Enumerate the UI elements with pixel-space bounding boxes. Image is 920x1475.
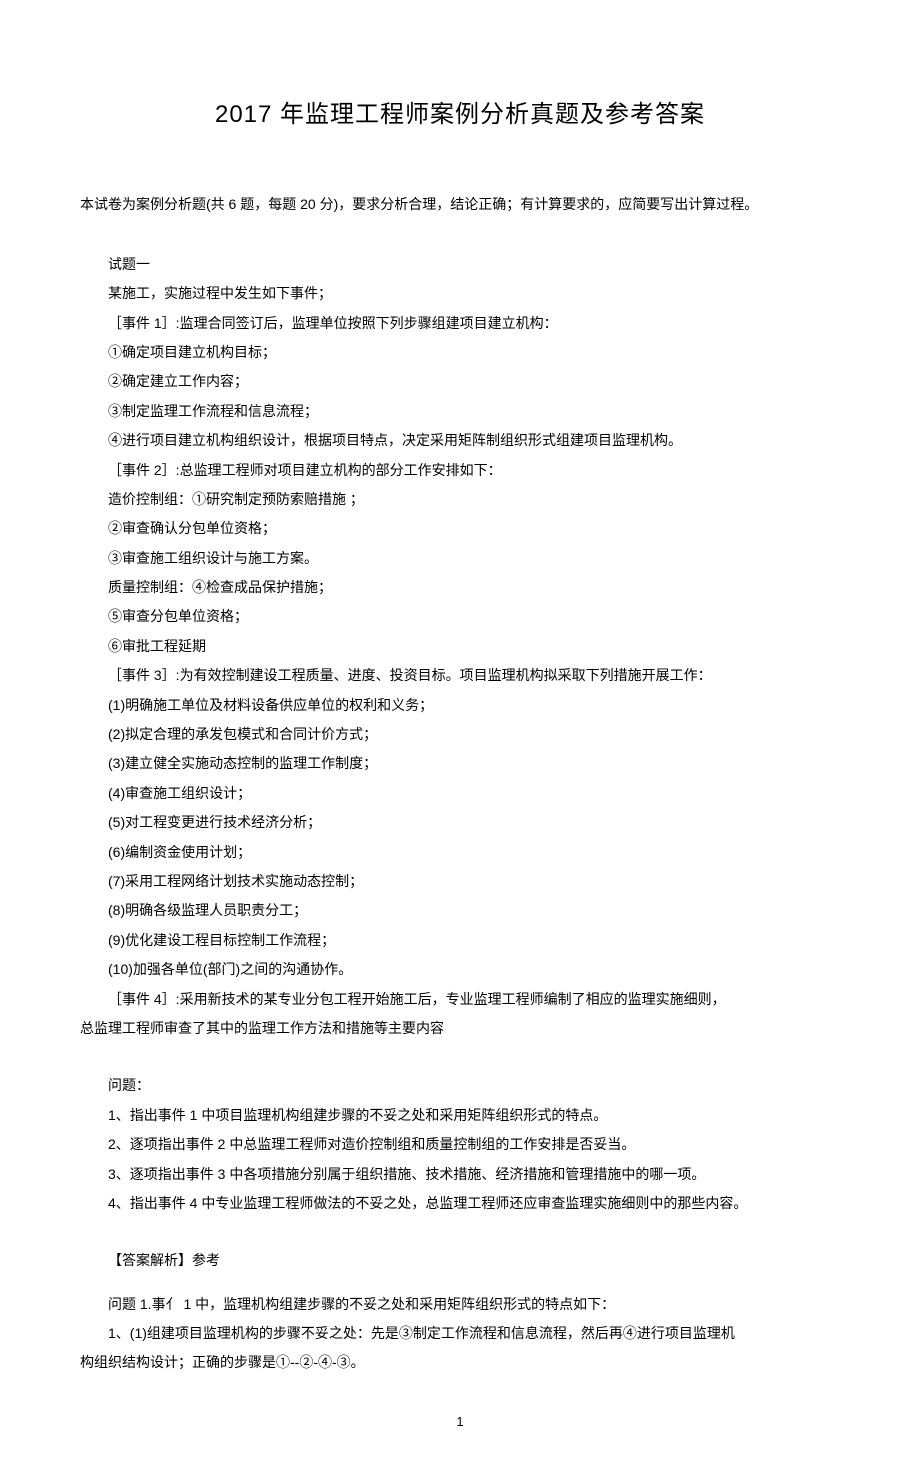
list-item: ②审查确认分包单位资格； [80,514,840,543]
list-item: ②确定建立工作内容； [80,367,840,396]
list-item: (2)拟定合理的承发包模式和合同计价方式； [80,720,840,749]
answer-paragraph: 构组织结构设计；正确的步骤是①--②-④-③。 [80,1348,840,1377]
list-item: ⑥审批工程延期 [80,632,840,661]
section-heading: 试题一 [80,250,840,279]
page-number: 1 [80,1408,840,1435]
question-item: 2、逐项指出事件 2 中总监理工程师对造价控制组和质量控制组的工作安排是否妥当。 [80,1130,840,1159]
event-2: ［事件 2］:总监理工程师对项目建立机构的部分工作安排如下： [80,456,840,485]
question-item: 4、指出事件 4 中专业监理工程师做法的不妥之处，总监理工程师还应审查监理实施细… [80,1189,840,1218]
list-item: (3)建立健全实施动态控制的监理工作制度； [80,749,840,778]
list-item: (6)编制资金使用计划； [80,838,840,867]
exam-intro: 本试卷为案例分析题(共 6 题，每题 20 分)，要求分析合理，结论正确；有计算… [80,190,840,219]
paragraph: 某施工，实施过程中发生如下事件； [80,279,840,308]
list-item: 造价控制组：①研究制定预防索赔措施 ； [80,485,840,514]
questions-heading: 问题： [80,1071,840,1100]
list-item: (7)采用工程网络计划技术实施动态控制； [80,867,840,896]
list-item: ③审查施工组织设计与施工方案。 [80,544,840,573]
list-item: (9)优化建设工程目标控制工作流程； [80,926,840,955]
list-item: ④进行项目建立机构组织设计，根据项目特点，决定采用矩阵制组织形式组建项目监理机构… [80,426,840,455]
list-item: (8)明确各级监理人员职责分工； [80,896,840,925]
list-item: ①确定项目建立机构目标； [80,338,840,367]
question-item: 1、指出事件 1 中项目监理机构组建步骤的不妥之处和采用矩阵组织形式的特点。 [80,1101,840,1130]
answer-paragraph: 1、(1)组建项目监理机构的步骤不妥之处：先是③制定工作流程和信息流程，然后再④… [80,1319,840,1348]
list-item: (1)明确施工单位及材料设备供应单位的权利和义务； [80,691,840,720]
paragraph: 总监理工程师审查了其中的监理工作方法和措施等主要内容 [80,1014,840,1043]
question-item: 3、逐项指出事件 3 中各项措施分别属于组织措施、技术措施、经济措施和管理措施中… [80,1160,840,1189]
list-item: (5)对工程变更进行技术经济分析； [80,808,840,837]
list-item: ③制定监理工作流程和信息流程； [80,397,840,426]
answer-paragraph: 问题 1.事亻 1 中，监理机构组建步骤的不妥之处和采用矩阵组织形式的特点如下： [80,1290,840,1319]
list-item: ⑤审查分包单位资格； [80,602,840,631]
event-4: ［事件 4］:采用新技术的某专业分包工程开始施工后，专业监理工程师编制了相应的监… [80,985,840,1014]
answers-heading: 【答案解析】参考 [80,1246,840,1275]
page-title: 2017 年监理工程师案例分析真题及参考答案 [80,90,840,140]
document-body: 试题一 某施工，实施过程中发生如下事件； ［事件 1］:监理合同签订后，监理单位… [80,250,840,1378]
list-item: 质量控制组：④检查成品保护措施； [80,573,840,602]
list-item: (10)加强各单位(部门)之间的沟通协作。 [80,955,840,984]
list-item: (4)审查施工组织设计； [80,779,840,808]
event-3: ［事件 3］:为有效控制建设工程质量、进度、投资目标。项目监理机构拟采取下列措施… [80,661,840,690]
event-1: ［事件 1］:监理合同签订后，监理单位按照下列步骤组建项目建立机构： [80,309,840,338]
